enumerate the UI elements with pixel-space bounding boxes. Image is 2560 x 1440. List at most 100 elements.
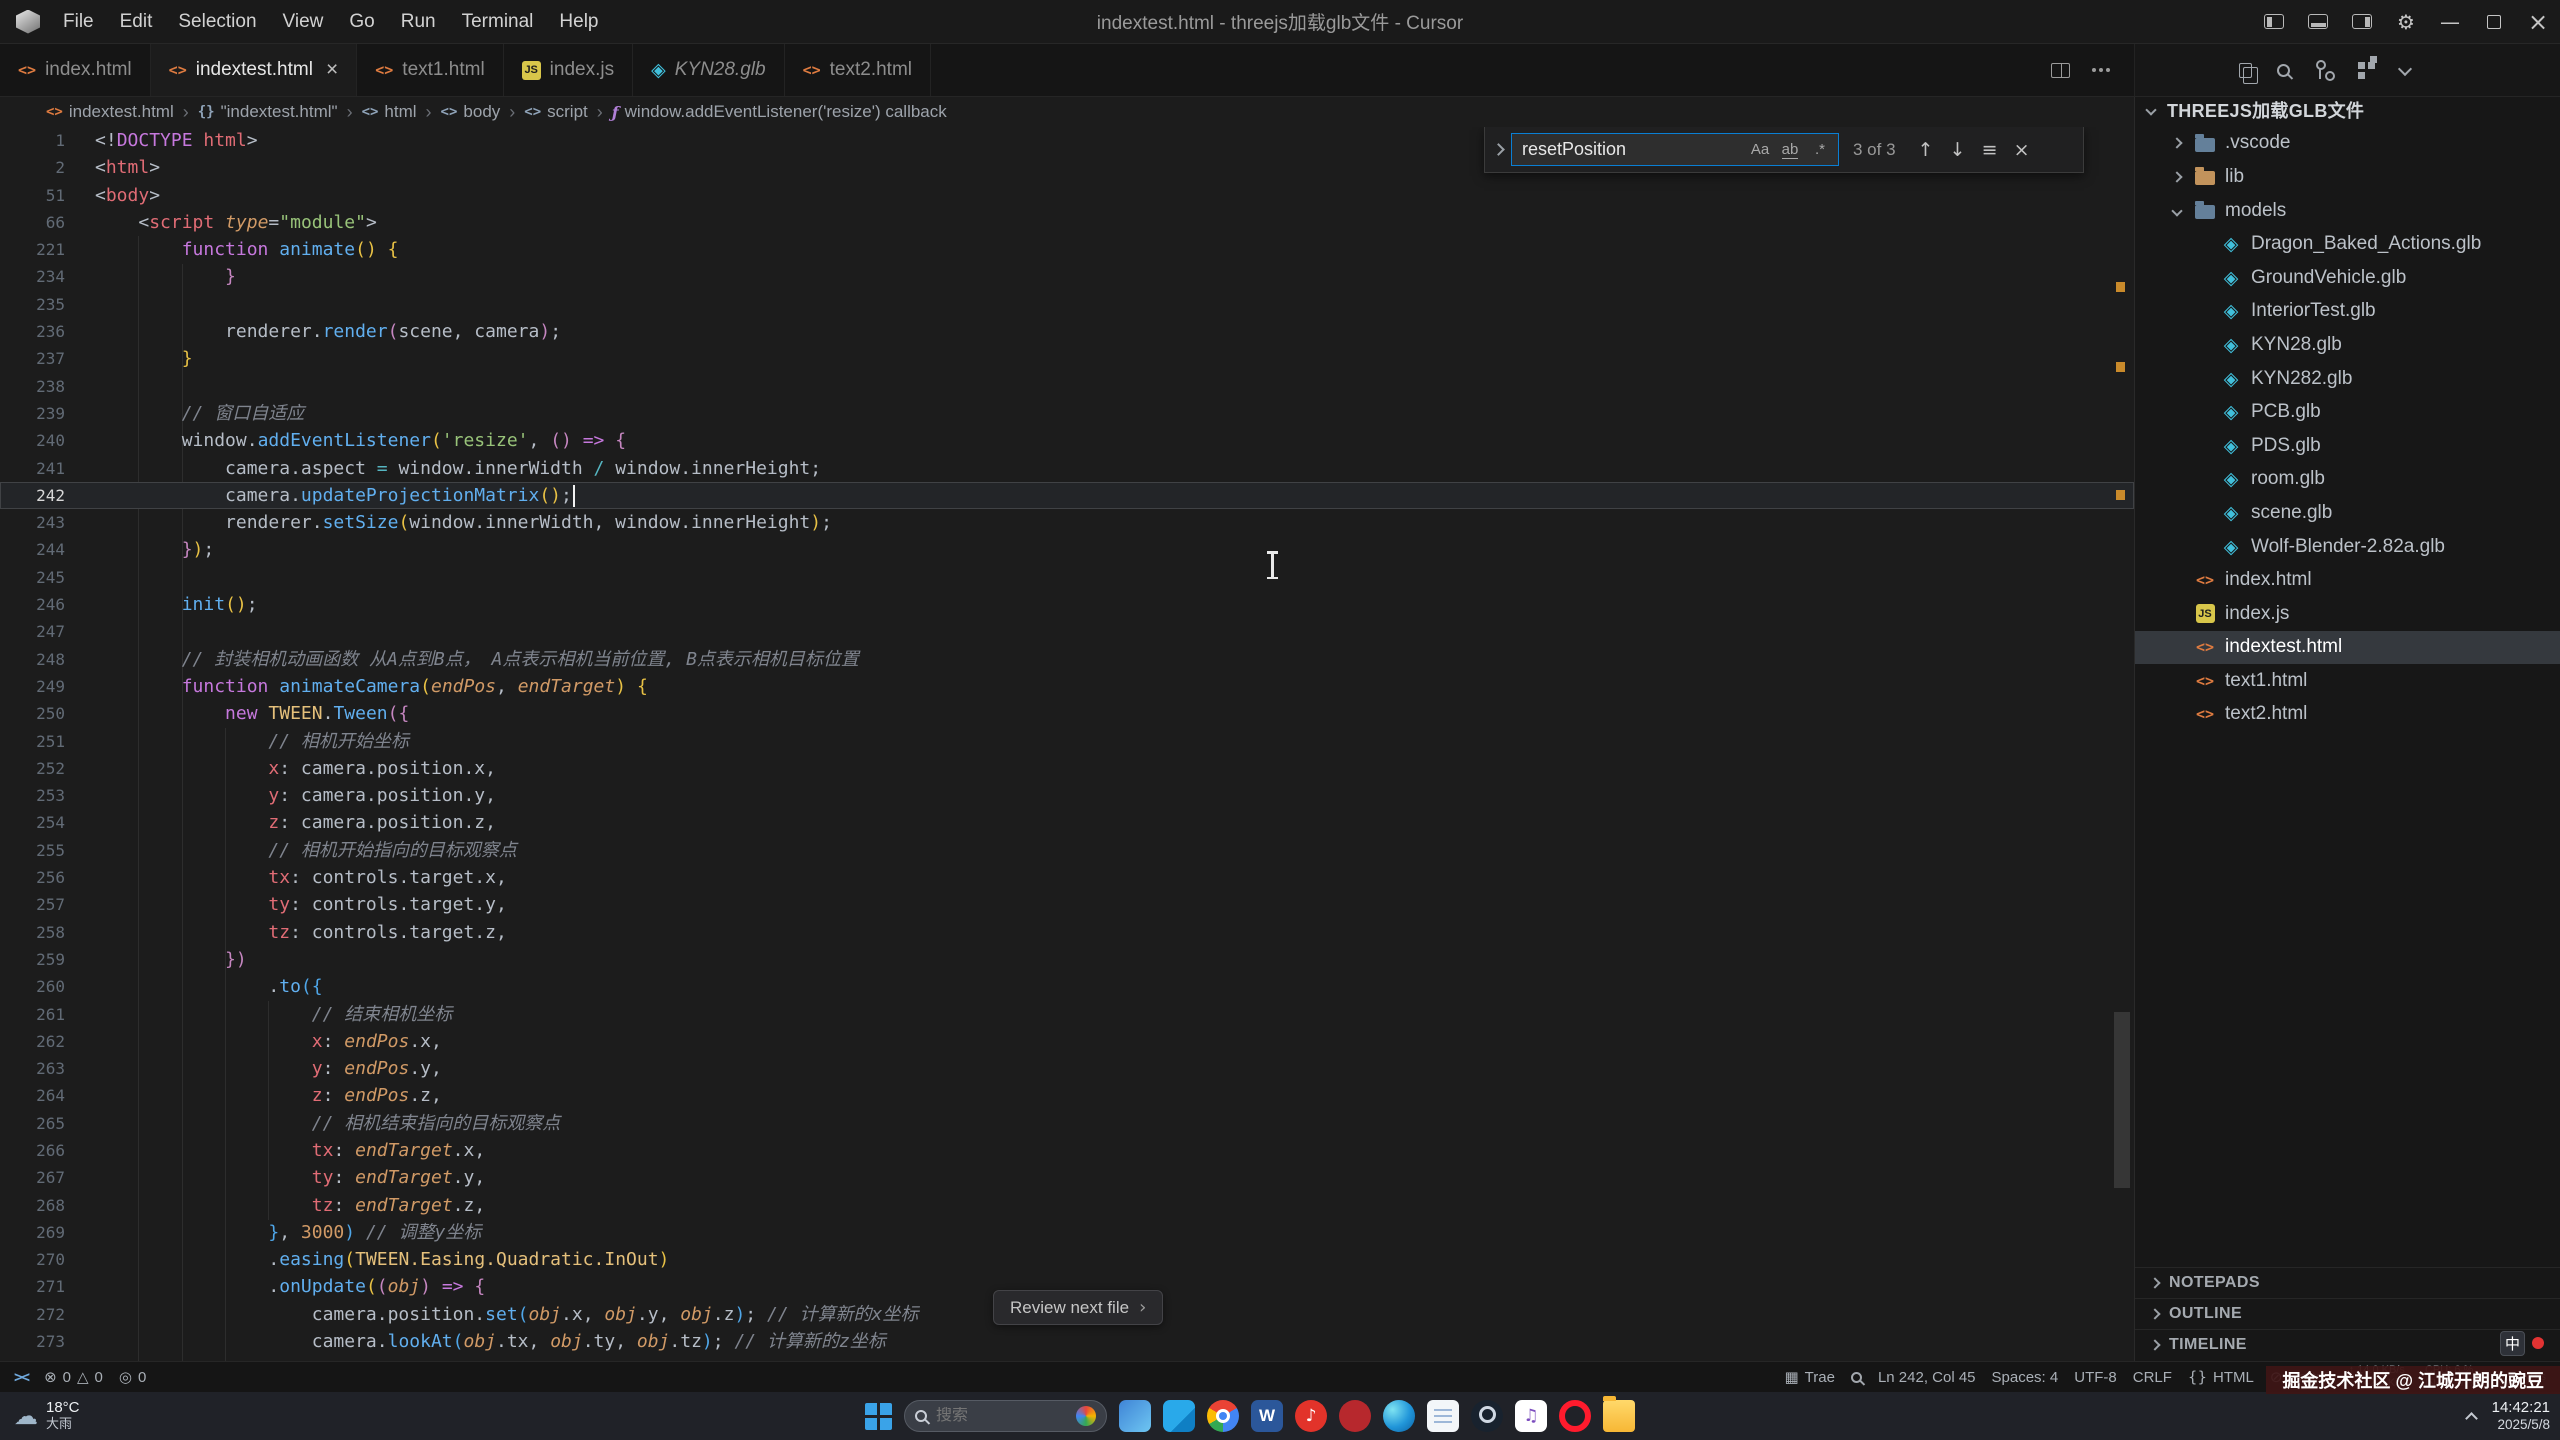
code-line-251[interactable]: 251 // 相机开始坐标 xyxy=(0,728,2134,755)
tree-item-index.js[interactable]: JSindex.js xyxy=(2135,597,2560,631)
status-language-mode[interactable]: {}HTML xyxy=(2180,1362,2262,1392)
tree-item-.vscode[interactable]: .vscode xyxy=(2135,127,2560,161)
menu-selection[interactable]: Selection xyxy=(165,0,269,44)
line-number[interactable]: 258 xyxy=(0,919,78,946)
line-number[interactable]: 266 xyxy=(0,1137,78,1164)
code-line-239[interactable]: 239 // 窗口自适应 xyxy=(0,400,2134,427)
code-line-242[interactable]: 242 camera.updateProjectionMatrix(); xyxy=(0,482,2134,509)
line-number[interactable]: 261 xyxy=(0,1001,78,1028)
line-number[interactable]: 260 xyxy=(0,973,78,1000)
status-indentation[interactable]: Spaces: 4 xyxy=(1984,1362,2067,1392)
code-editor[interactable]: 1<!DOCTYPE html>2<html>51<body>66 <scrip… xyxy=(0,127,2134,1361)
line-number[interactable]: 239 xyxy=(0,400,78,427)
line-number[interactable]: 273 xyxy=(0,1328,78,1355)
code-line-256[interactable]: 256 tx: controls.target.x, xyxy=(0,864,2134,891)
status-zoom[interactable] xyxy=(1843,1362,1870,1392)
tree-item-Dragon_Baked_Actions.glb[interactable]: ◈Dragon_Baked_Actions.glb xyxy=(2135,227,2560,261)
code-line-253[interactable]: 253 y: camera.position.y, xyxy=(0,782,2134,809)
tree-item-scene.glb[interactable]: ◈scene.glb xyxy=(2135,496,2560,530)
menu-terminal[interactable]: Terminal xyxy=(449,0,547,44)
menu-go[interactable]: Go xyxy=(336,0,387,44)
toggle-replace-button[interactable] xyxy=(1485,127,1511,172)
menu-run[interactable]: Run xyxy=(388,0,449,44)
line-number[interactable]: 270 xyxy=(0,1246,78,1273)
steam-app-icon[interactable] xyxy=(1471,1400,1503,1432)
close-tab-icon[interactable]: × xyxy=(326,58,338,82)
line-number[interactable]: 238 xyxy=(0,373,78,400)
code-line-258[interactable]: 258 tz: controls.target.z, xyxy=(0,919,2134,946)
panel-left-button[interactable] xyxy=(2252,0,2296,43)
code-line-237[interactable]: 237 } xyxy=(0,345,2134,372)
line-number[interactable]: 234 xyxy=(0,263,78,290)
line-number[interactable]: 246 xyxy=(0,591,78,618)
code-line-236[interactable]: 236 renderer.render(scene, camera); xyxy=(0,318,2134,345)
ime-indicator[interactable]: 中 xyxy=(2500,1330,2544,1356)
breadcrumb-item[interactable]: <>html xyxy=(362,102,417,122)
chrome-app-icon[interactable] xyxy=(1207,1400,1239,1432)
line-number[interactable]: 267 xyxy=(0,1164,78,1191)
code-line-246[interactable]: 246 init(); xyxy=(0,591,2134,618)
code-line-255[interactable]: 255 // 相机开始指向的目标观察点 xyxy=(0,837,2134,864)
code-line-260[interactable]: 260 .to({ xyxy=(0,973,2134,1000)
line-number[interactable]: 244 xyxy=(0,536,78,563)
code-line-248[interactable]: 248 // 封装相机动画函数 从A点到B点， A点表示相机当前位置, B点表示… xyxy=(0,646,2134,673)
word-app-icon[interactable] xyxy=(1251,1400,1283,1432)
breadcrumb-item[interactable]: ƒwindow.addEventListener('resize') callb… xyxy=(612,102,947,122)
code-line-221[interactable]: 221 function animate() { xyxy=(0,236,2134,263)
match-case-button[interactable]: Aa xyxy=(1746,137,1774,162)
tree-item-lib[interactable]: lib xyxy=(2135,160,2560,194)
breadcrumb-item[interactable]: <>body xyxy=(441,102,501,122)
code-line-273[interactable]: 273 camera.lookAt(obj.tx, obj.ty, obj.tz… xyxy=(0,1328,2134,1355)
music-player-app-icon[interactable] xyxy=(1515,1400,1547,1432)
code-line-245[interactable]: 245 xyxy=(0,564,2134,591)
hidden-icons-chevron-icon[interactable] xyxy=(2465,1412,2478,1425)
close-find-button[interactable]: × xyxy=(2006,134,2038,166)
taskbar-search-input[interactable] xyxy=(936,1407,1054,1425)
line-number[interactable]: 252 xyxy=(0,755,78,782)
breadcrumb-item[interactable]: <>indextest.html xyxy=(46,102,174,122)
notes-app-icon[interactable] xyxy=(1427,1400,1459,1432)
line-number[interactable]: 268 xyxy=(0,1192,78,1219)
use-regex-button[interactable]: .* xyxy=(1806,137,1834,162)
next-match-button[interactable]: ↓ xyxy=(1942,134,1974,166)
code-line-238[interactable]: 238 xyxy=(0,373,2134,400)
code-line-265[interactable]: 265 // 相机结束指向的目标观察点 xyxy=(0,1110,2134,1137)
line-number[interactable]: 259 xyxy=(0,946,78,973)
panel-bottom-button[interactable] xyxy=(2296,0,2340,43)
tree-item-room.glb[interactable]: ◈room.glb xyxy=(2135,463,2560,497)
line-number[interactable]: 245 xyxy=(0,564,78,591)
section-outline[interactable]: OUTLINE xyxy=(2135,1298,2560,1329)
tree-item-text1.html[interactable]: <>text1.html xyxy=(2135,664,2560,698)
code-line-234[interactable]: 234 } xyxy=(0,263,2134,290)
code-line-241[interactable]: 241 camera.aspect = window.innerWidth / … xyxy=(0,455,2134,482)
tree-item-KYN282.glb[interactable]: ◈KYN282.glb xyxy=(2135,362,2560,396)
line-number[interactable]: 250 xyxy=(0,700,78,727)
tab-text2.html[interactable]: <>text2.html xyxy=(785,44,931,96)
menu-help[interactable]: Help xyxy=(546,0,611,44)
tree-item-text2.html[interactable]: <>text2.html xyxy=(2135,698,2560,732)
line-number[interactable]: 51 xyxy=(0,182,78,209)
breadcrumb-item[interactable]: <>script xyxy=(524,102,587,122)
code-line-269[interactable]: 269 }, 3000) // 调整y坐标 xyxy=(0,1219,2134,1246)
whole-word-button[interactable]: ab xyxy=(1776,137,1804,162)
code-line-254[interactable]: 254 z: camera.position.z, xyxy=(0,809,2134,836)
status-eol-sequence[interactable]: CRLF xyxy=(2125,1362,2180,1392)
edge-app-icon[interactable] xyxy=(1383,1400,1415,1432)
tree-item-indextest.html[interactable]: <>indextest.html xyxy=(2135,631,2560,665)
tab-index.js[interactable]: JSindex.js xyxy=(504,44,633,96)
breadcrumb-item[interactable]: {}"indextest.html" xyxy=(198,102,338,122)
code-line-268[interactable]: 268 tz: endTarget.z, xyxy=(0,1192,2134,1219)
tree-item-models[interactable]: models xyxy=(2135,194,2560,228)
line-number[interactable]: 247 xyxy=(0,618,78,645)
settings-button[interactable]: ⚙ xyxy=(2384,0,2428,43)
previous-match-button[interactable]: ↑ xyxy=(1910,134,1942,166)
opera-app-icon[interactable] xyxy=(1559,1400,1591,1432)
minimize-button[interactable]: — xyxy=(2428,0,2472,43)
tree-item-PCB.glb[interactable]: ◈PCB.glb xyxy=(2135,395,2560,429)
code-line-259[interactable]: 259 }) xyxy=(0,946,2134,973)
line-number[interactable]: 272 xyxy=(0,1301,78,1328)
line-number[interactable]: 265 xyxy=(0,1110,78,1137)
netease-music-app-icon[interactable] xyxy=(1295,1400,1327,1432)
code-line-240[interactable]: 240 window.addEventListener('resize', ()… xyxy=(0,427,2134,454)
line-number[interactable]: 249 xyxy=(0,673,78,700)
